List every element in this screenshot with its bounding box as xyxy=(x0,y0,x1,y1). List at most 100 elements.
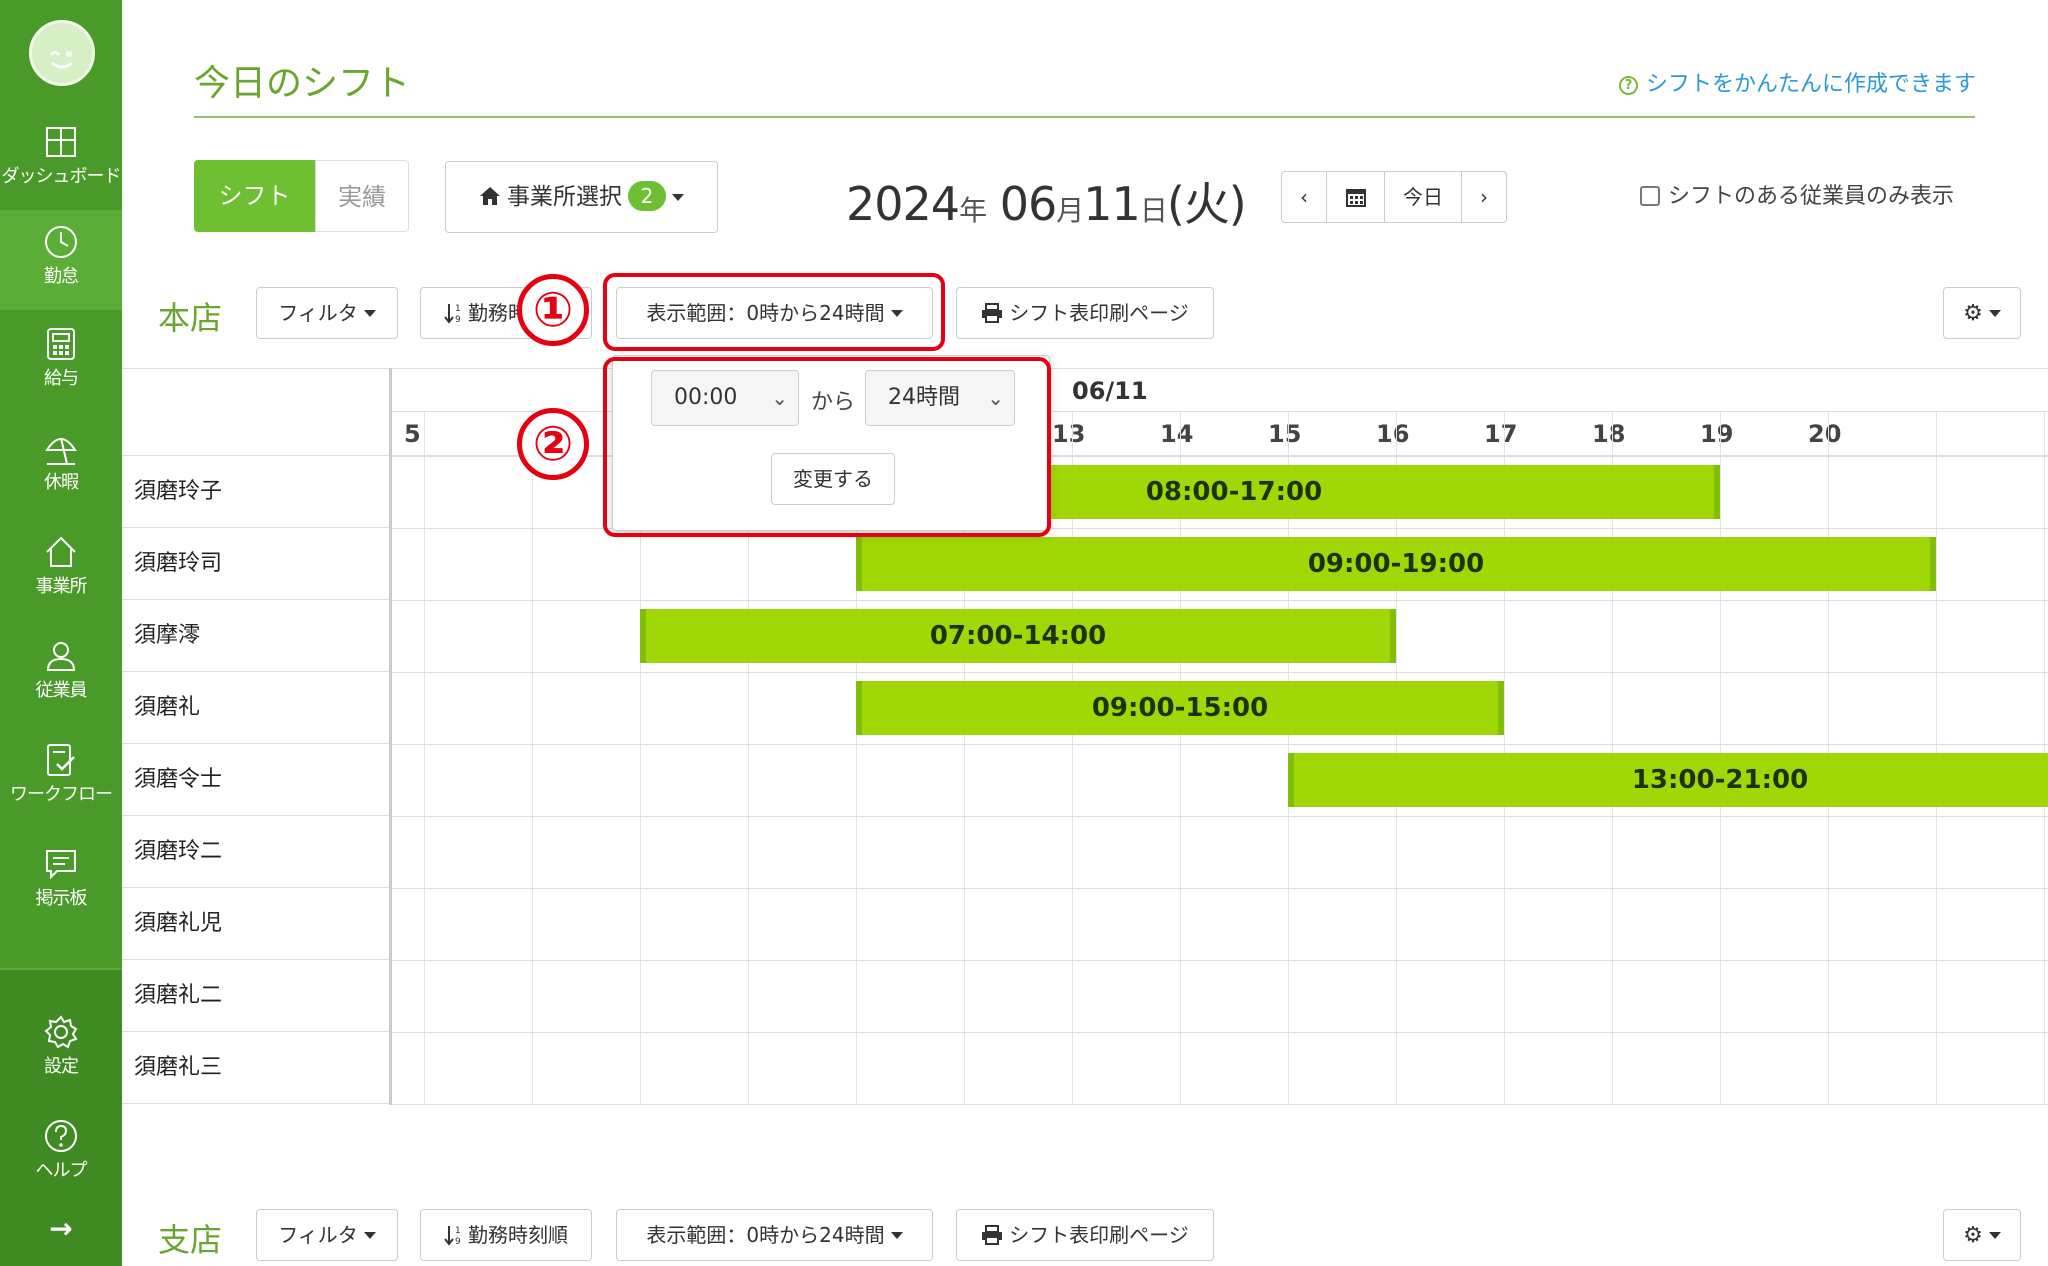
sidebar-item-help[interactable]: ヘルプ xyxy=(0,1104,122,1204)
title-divider xyxy=(194,116,1975,118)
sidebar-item-workflow[interactable]: ワークフロー xyxy=(0,728,122,828)
svg-text:9: 9 xyxy=(455,1237,461,1246)
sidebar-item-label: ワークフロー xyxy=(10,784,113,805)
sidebar-item-employees[interactable]: 従業員 xyxy=(0,624,122,724)
annotation-marker-2: ② xyxy=(517,408,589,480)
current-date: 2024年 06月11日(火) xyxy=(846,168,1247,234)
home-icon xyxy=(480,187,500,205)
only-with-shift-checkbox[interactable] xyxy=(1640,186,1660,206)
range-label: 表示範囲：0時から24時間 xyxy=(646,1223,885,1247)
hour-label: 20 xyxy=(1808,420,1842,448)
store-settings-button[interactable]: ⚙ xyxy=(1943,287,2021,339)
sidebar-item-payroll[interactable]: 給与 xyxy=(0,312,122,412)
employee-name[interactable]: 須磨玲子 xyxy=(122,456,389,528)
employee-name[interactable]: 須磨礼 xyxy=(122,672,389,744)
date-day-suffix: 日 xyxy=(1139,194,1168,227)
umbrella-icon xyxy=(45,437,77,465)
shift-bar[interactable]: 09:00-19:00 xyxy=(856,537,1936,591)
sidebar-item-attendance[interactable]: 勤怠 xyxy=(0,210,122,310)
print-button[interactable]: シフト表印刷ページ xyxy=(956,1209,1214,1261)
expand-sidebar-icon[interactable]: → xyxy=(0,1212,122,1245)
calendar-button[interactable] xyxy=(1327,172,1385,222)
only-with-shift-toggle[interactable]: シフトのある従業員のみ表示 xyxy=(1640,178,1954,210)
shift-grid: 須磨玲子 須磨玲司 須摩澪 須磨礼 須磨令士 須磨玲二 須磨礼児 須磨礼二 須磨… xyxy=(122,368,2048,1105)
hour-label: 19 xyxy=(1700,420,1734,448)
hour-label: 13 xyxy=(1052,420,1086,448)
row-gridline xyxy=(392,600,2048,601)
gear-icon: ⚙ xyxy=(1963,301,1983,326)
caret-down-icon xyxy=(1988,310,2001,317)
sidebar-item-label: 給与 xyxy=(44,368,79,389)
employee-name[interactable]: 須磨玲司 xyxy=(122,528,389,600)
office-count-badge: 2 xyxy=(628,181,666,211)
hour-label: 5 xyxy=(404,420,421,448)
sidebar-item-settings[interactable]: 設定 xyxy=(0,1000,122,1100)
filter-label: フィルタ xyxy=(278,301,358,325)
date-weekday: (火) xyxy=(1166,177,1247,231)
row-gridline xyxy=(392,1032,2048,1033)
next-day-button[interactable]: › xyxy=(1462,172,1506,222)
sidebar-item-board[interactable]: 掲示板 xyxy=(0,832,122,932)
hour-label: 18 xyxy=(1592,420,1626,448)
sidebar-item-label: 従業員 xyxy=(35,680,88,701)
store-title: 支店 xyxy=(158,1221,223,1259)
row-gridline xyxy=(392,816,2048,817)
row-gridline xyxy=(392,744,2048,745)
highlight-range-button xyxy=(603,273,945,351)
annotation-marker-1: ① xyxy=(517,274,589,346)
sort-label: 勤務時刻順 xyxy=(468,1223,568,1247)
avatar[interactable] xyxy=(29,20,95,86)
date-nav: ‹ 今日 › xyxy=(1281,171,1507,223)
dashboard-icon xyxy=(46,127,76,157)
shift-bar[interactable]: 09:00-15:00 xyxy=(856,681,1504,735)
sidebar-item-dashboard[interactable]: ダッシュボード xyxy=(0,110,122,210)
hour-label: 15 xyxy=(1268,420,1302,448)
question-icon: ? xyxy=(1618,76,1638,95)
range-button[interactable]: 表示範囲：0時から24時間 xyxy=(616,1209,933,1261)
employee-name[interactable]: 須摩澪 xyxy=(122,600,389,672)
prev-day-button[interactable]: ‹ xyxy=(1282,172,1327,222)
sidebar-item-office[interactable]: 事業所 xyxy=(0,520,122,620)
calendar-icon xyxy=(1345,189,1366,207)
chat-icon xyxy=(46,850,76,880)
sidebar-item-label: ダッシュボード xyxy=(1,166,122,187)
shift-bar[interactable]: 13:00-21:00 xyxy=(1288,753,2048,807)
store-title: 本店 xyxy=(158,299,223,337)
caret-down-icon xyxy=(363,1232,376,1239)
sort-button[interactable]: 19 勤務時刻順 xyxy=(420,1209,592,1261)
filter-button[interactable]: フィルタ xyxy=(256,1209,398,1261)
employee-column: 須磨玲子 須磨玲司 須摩澪 須磨礼 須磨令士 須磨玲二 須磨礼児 須磨礼二 須磨… xyxy=(122,368,392,1105)
svg-text:1: 1 xyxy=(455,304,461,314)
home-icon xyxy=(46,536,76,567)
clock-icon xyxy=(45,226,77,258)
employee-name[interactable]: 須磨礼三 xyxy=(122,1032,389,1104)
print-button[interactable]: シフト表印刷ページ xyxy=(956,287,1214,339)
only-with-shift-label: シフトのある従業員のみ表示 xyxy=(1668,184,1955,209)
shift-bar[interactable]: 07:00-14:00 xyxy=(640,609,1396,663)
help-link-text: シフトをかんたんに作成できます xyxy=(1645,72,1976,97)
checklist-icon xyxy=(47,744,75,776)
page-title: 今日のシフト xyxy=(194,63,411,104)
caret-down-icon xyxy=(890,1232,903,1239)
store-settings-button[interactable]: ⚙ xyxy=(1943,1209,2021,1261)
date-month: 06 xyxy=(999,177,1058,231)
filter-label: フィルタ xyxy=(278,1223,358,1247)
tab-actual[interactable]: 実績 xyxy=(315,160,409,232)
help-link[interactable]: ? シフトをかんたんに作成できます xyxy=(1618,66,1976,98)
sidebar-item-leave[interactable]: 休暇 xyxy=(0,416,122,516)
smiley-icon xyxy=(32,37,92,84)
print-icon xyxy=(982,1225,1003,1245)
today-button[interactable]: 今日 xyxy=(1385,172,1462,222)
row-gridline xyxy=(392,888,2048,889)
employee-name[interactable]: 須磨礼二 xyxy=(122,960,389,1032)
filter-button[interactable]: フィルタ xyxy=(256,287,398,339)
office-select-button[interactable]: 事業所選択 2 xyxy=(445,161,718,233)
tab-shift[interactable]: シフト xyxy=(194,160,315,232)
employee-name[interactable]: 須磨玲二 xyxy=(122,816,389,888)
date-year-suffix: 年 xyxy=(959,194,987,227)
employee-name[interactable]: 須磨令士 xyxy=(122,744,389,816)
hour-label: 17 xyxy=(1484,420,1518,448)
employee-name[interactable]: 須磨礼児 xyxy=(122,888,389,960)
sidebar-item-label: 掲示板 xyxy=(35,888,88,909)
hour-gridline xyxy=(532,412,533,1105)
